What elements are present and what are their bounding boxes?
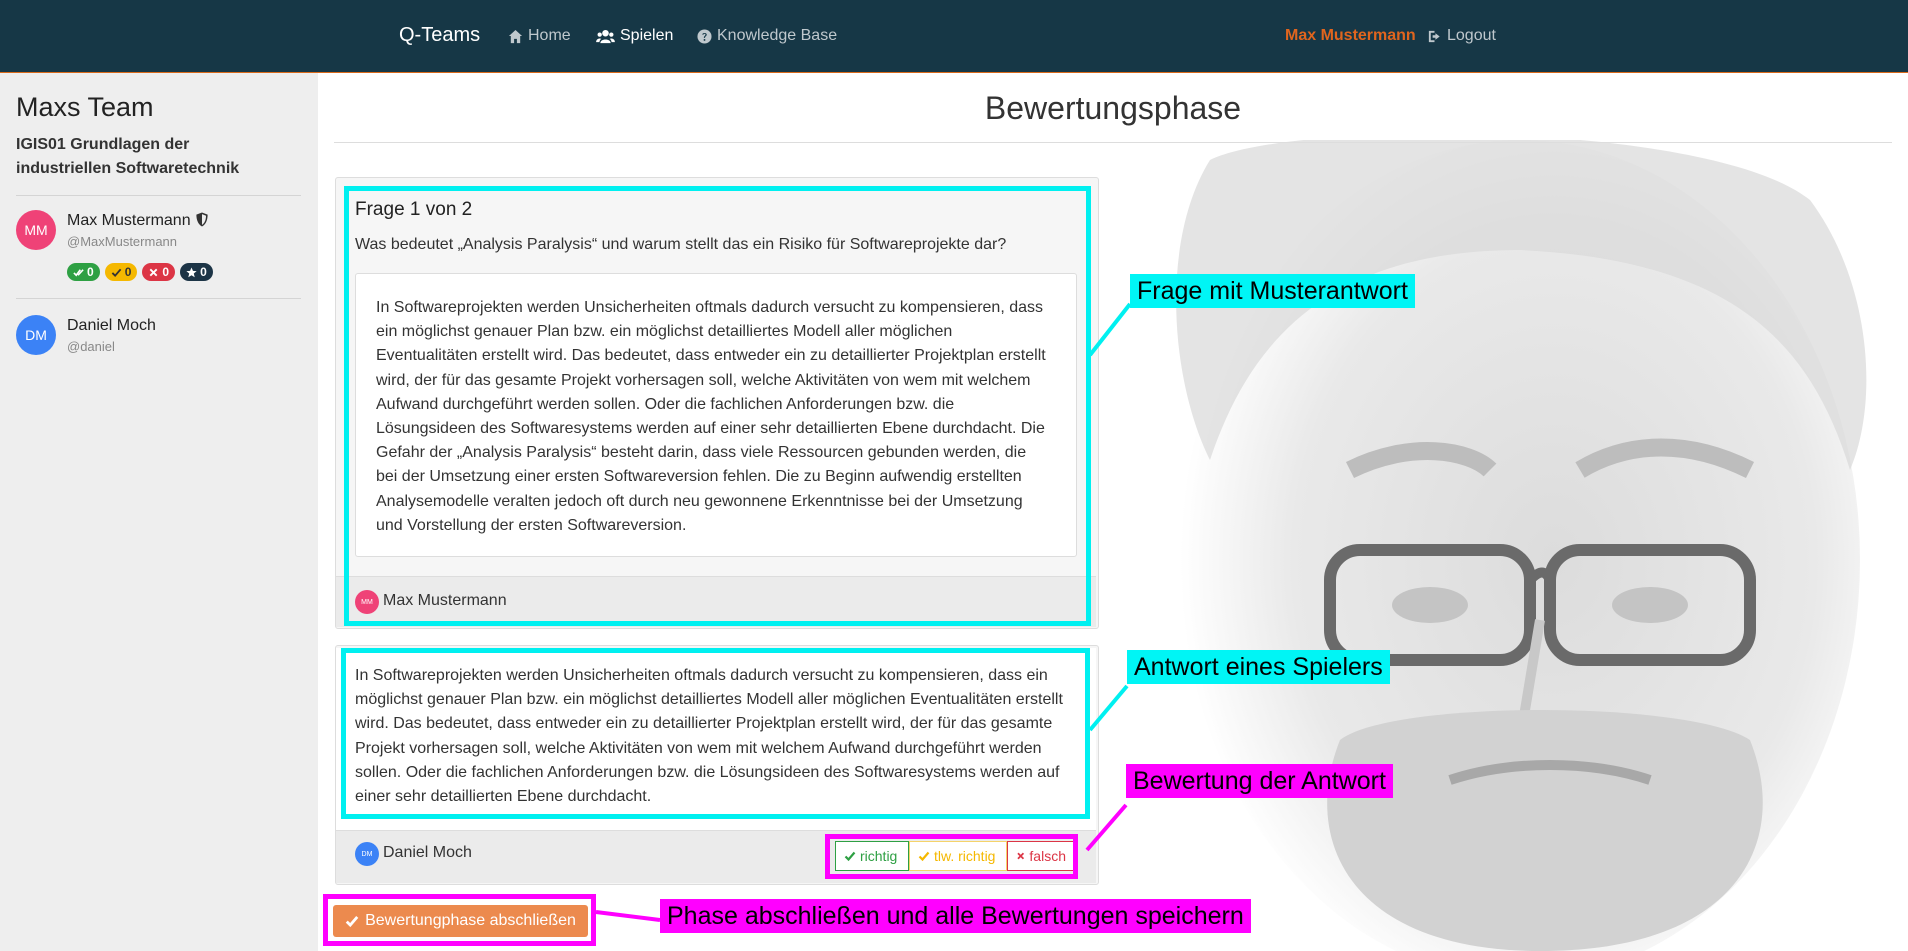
brand-logo[interactable]: Q-Teams	[399, 24, 480, 47]
check-icon	[111, 268, 122, 277]
title-divider	[334, 142, 1892, 143]
nav-kb-label: Knowledge Base	[717, 27, 838, 44]
sidebar-divider	[16, 195, 301, 196]
star-icon	[186, 266, 197, 277]
annotation-label-question: Frage mit Musterantwort	[1130, 274, 1415, 308]
nav-logout-label: Logout	[1447, 27, 1496, 44]
avatar: DM	[16, 315, 56, 355]
highlight-finish-box	[323, 894, 596, 946]
nav-current-user[interactable]: Max Mustermann	[1285, 27, 1416, 45]
nav-home-label: Home	[528, 27, 571, 44]
question-circle-icon	[697, 28, 712, 44]
badge-partial-count: 0	[124, 265, 132, 279]
nav-play[interactable]: Spielen	[596, 27, 673, 45]
badge-wrong: 0	[142, 263, 176, 281]
nav-logout[interactable]: Logout	[1427, 27, 1496, 45]
badge-star-count: 0	[200, 265, 207, 279]
double-check-icon	[73, 268, 84, 277]
background-portrait-image	[1090, 140, 1908, 951]
avatar: DM	[355, 842, 379, 866]
team-sidebar	[0, 73, 318, 951]
highlight-rating-box	[825, 834, 1078, 879]
member-handle: @daniel	[67, 339, 115, 354]
badge-wrong-count: 0	[162, 265, 170, 279]
highlight-answer-box	[341, 648, 1090, 819]
nav-knowledge-base[interactable]: Knowledge Base	[697, 27, 837, 45]
member-handle: @MaxMustermann	[67, 234, 178, 249]
home-icon	[508, 29, 523, 43]
annotation-label-rating: Bewertung der Antwort	[1126, 764, 1393, 798]
member-name: Max Mustermann	[67, 212, 209, 230]
avatar: MM	[16, 210, 56, 250]
member-name-text: Max Mustermann	[67, 212, 191, 229]
course-title: IGIS01 Grundlagen der industriellen Soft…	[16, 136, 240, 177]
top-navbar	[0, 0, 1908, 73]
nav-play-label: Spielen	[620, 27, 674, 44]
x-icon	[150, 268, 158, 276]
annotation-label-finish: Phase abschließen und alle Bewertungen s…	[660, 899, 1251, 933]
badge-partial: 0	[104, 263, 138, 281]
member-name: Daniel Moch	[67, 317, 156, 334]
logout-icon	[1428, 30, 1440, 42]
highlight-question-box	[344, 186, 1091, 626]
shield-icon	[195, 212, 208, 227]
badge-star: 0	[180, 263, 213, 281]
users-icon	[596, 29, 615, 43]
nav-home[interactable]: Home	[508, 27, 571, 45]
answer-author-name: Daniel Moch	[383, 844, 472, 861]
badge-correct-count: 0	[87, 265, 94, 279]
badge-correct: 0	[67, 263, 100, 281]
member-badges: 0 0 0 0	[67, 263, 213, 281]
sidebar-divider	[16, 298, 301, 299]
team-name: Maxs Team	[16, 92, 154, 122]
page-title: Bewertungsphase	[984, 90, 1242, 126]
annotation-label-answer: Antwort eines Spielers	[1127, 650, 1390, 684]
